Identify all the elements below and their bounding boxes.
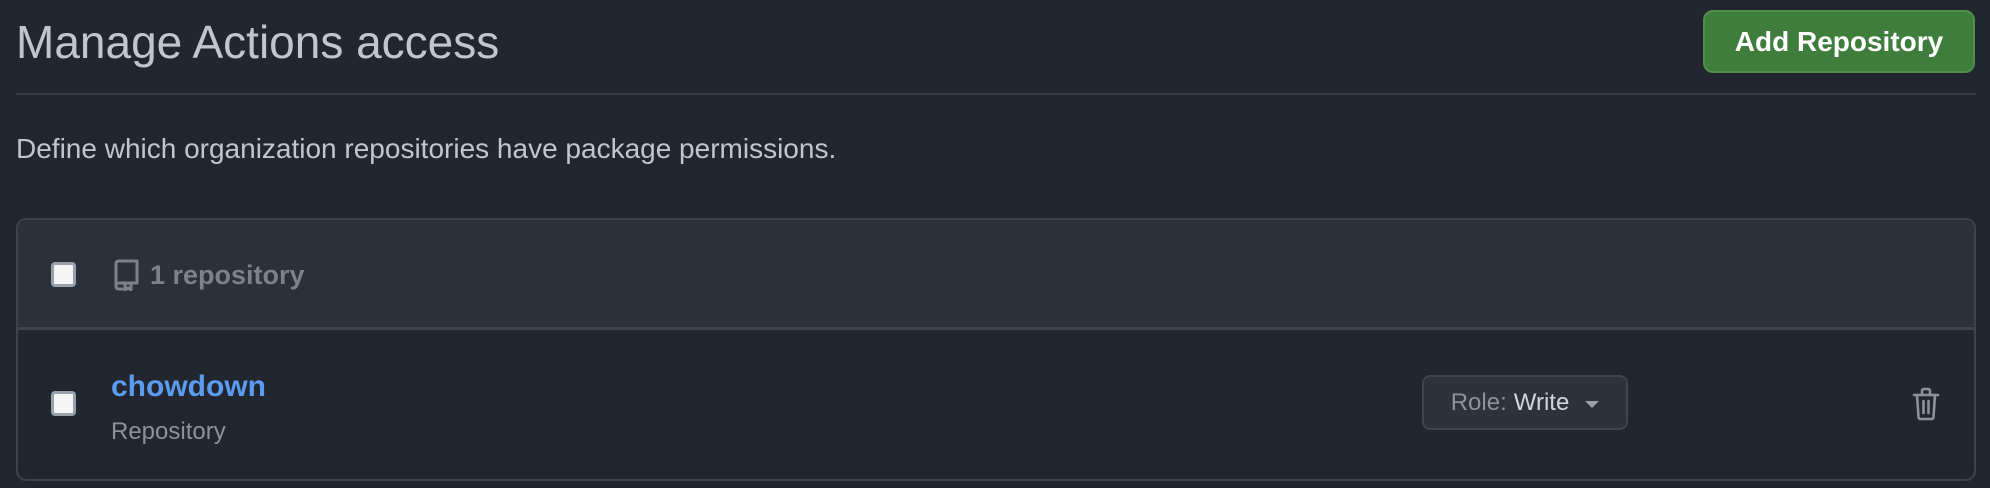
trash-icon[interactable] (1911, 387, 1941, 421)
repository-type: Repository (111, 418, 226, 445)
page-title: Manage Actions access (16, 16, 500, 68)
table-row: chowdown Repository Role: Write (18, 330, 1974, 479)
caret-down-icon (1585, 400, 1600, 408)
repository-list: 1 repository chowdown Repository Role: W… (16, 218, 1976, 481)
repository-count: 1 repository (150, 260, 305, 290)
select-all-checkbox[interactable] (51, 262, 76, 287)
role-dropdown[interactable]: Role: Write (1422, 375, 1628, 430)
add-repository-button[interactable]: Add Repository (1703, 10, 1975, 73)
page-header: Manage Actions access Add Repository (16, 0, 1976, 95)
role-label: Role: (1450, 388, 1507, 416)
manage-actions-access-page: Manage Actions access Add Repository Def… (0, 0, 1990, 488)
repo-icon (112, 259, 140, 292)
row-checkbox[interactable] (51, 391, 76, 416)
page-description: Define which organization repositories h… (16, 133, 837, 164)
repository-list-header: 1 repository (18, 220, 1974, 330)
role-value: Write (1513, 388, 1570, 416)
repository-name-link[interactable]: chowdown (111, 370, 266, 404)
